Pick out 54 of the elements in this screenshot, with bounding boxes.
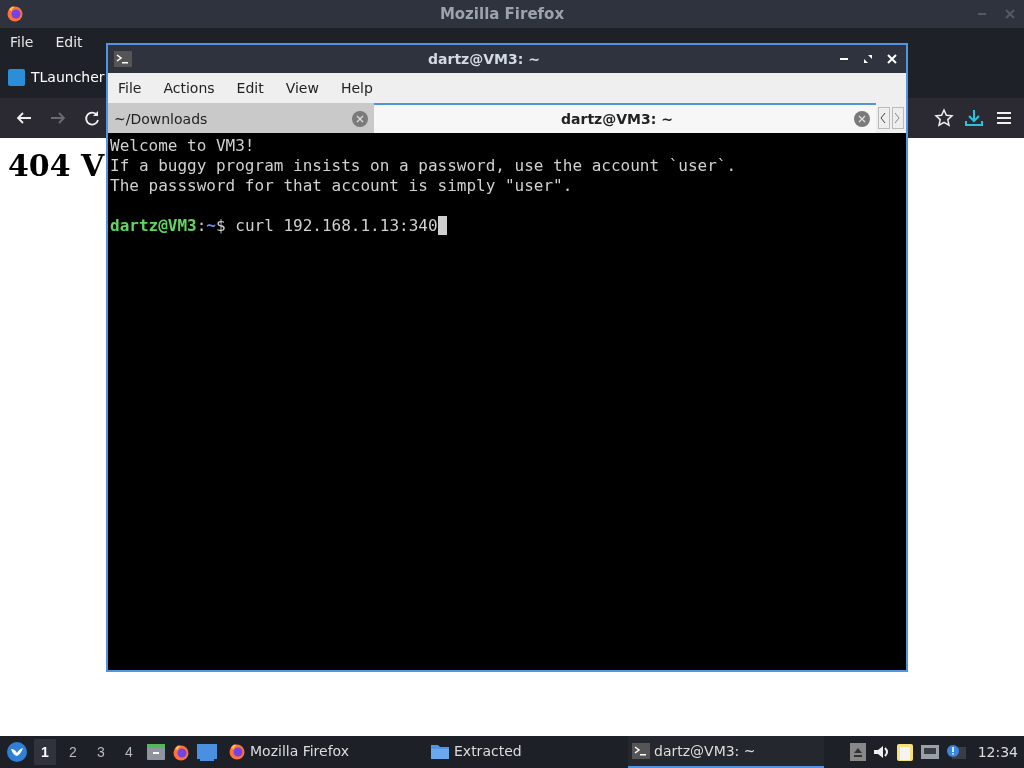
chevron-left-icon[interactable] (879, 112, 887, 124)
window-title: Mozilla Firefox (438, 5, 566, 23)
command-text: curl 192.168.1.13:340 (235, 216, 438, 236)
volume-icon[interactable] (871, 743, 890, 761)
text-cursor (437, 216, 447, 235)
tab-label: ~/Downloads (114, 111, 209, 127)
browser-tab[interactable]: TLauncher (31, 69, 105, 85)
terminal-tab[interactable]: dartz@VM3: ~ (374, 103, 876, 133)
taskbar-task[interactable]: Mozilla Firefox (224, 736, 420, 768)
terminal-icon (632, 743, 650, 759)
close-tab-icon[interactable] (854, 111, 870, 127)
network-icon[interactable] (919, 743, 940, 761)
firefox-icon (228, 742, 246, 760)
page-heading: 404 V (8, 148, 105, 183)
workspace-button[interactable]: 1 (34, 739, 56, 765)
eject-icon[interactable] (849, 743, 866, 761)
workspace-button[interactable]: 3 (90, 739, 112, 765)
firefox-icon[interactable] (172, 743, 190, 761)
menu-item[interactable]: Edit (55, 34, 83, 50)
chevron-right-icon[interactable] (893, 112, 901, 124)
clipboard-icon[interactable] (895, 742, 914, 762)
taskbar-task[interactable]: Extracted (426, 736, 622, 768)
scroll-left-button[interactable] (878, 107, 890, 129)
menu-item[interactable]: File (10, 34, 34, 50)
terminal-tab[interactable]: ~/Downloads (108, 103, 374, 133)
output-line: Welcome to VM3! (110, 136, 256, 156)
tab-label: dartz@VM3: ~ (560, 111, 674, 127)
output-line: If a buggy program insists on a password, use the account `user`. (110, 156, 738, 176)
menu-item[interactable]: Edit (236, 80, 264, 96)
star-icon[interactable] (934, 108, 954, 128)
prompt-separator: : (196, 216, 207, 236)
workspace-button[interactable]: 2 (62, 739, 84, 765)
folder-icon (430, 742, 450, 760)
menu-item[interactable]: File (118, 80, 142, 96)
prompt-path: ~ (206, 216, 216, 236)
download-icon[interactable] (964, 108, 984, 128)
window-title: dartz@VM3: ~ (427, 51, 541, 67)
close-tab-icon[interactable] (352, 111, 368, 127)
clock: 12:34 (977, 744, 1018, 760)
window-icon[interactable] (196, 742, 218, 762)
taskbar-task[interactable]: dartz@VM3: ~ (628, 736, 824, 768)
menu-item[interactable]: Actions (163, 80, 215, 96)
start-menu-icon[interactable] (6, 741, 28, 763)
prompt-symbol: $ (216, 216, 227, 236)
workspace-button[interactable]: 4 (118, 739, 140, 765)
terminal-icon (114, 51, 132, 67)
notification-icon[interactable] (945, 743, 966, 761)
file-cabinet-icon[interactable] (146, 742, 166, 762)
reload-icon[interactable] (83, 109, 101, 127)
menu-item[interactable]: View (285, 80, 319, 96)
prompt-user: dartz@VM3 (110, 216, 197, 236)
tab-favicon-icon (8, 68, 25, 86)
output-line: The passsword for that account is simply "user". (110, 176, 574, 196)
menu-item[interactable]: Help (340, 80, 373, 96)
